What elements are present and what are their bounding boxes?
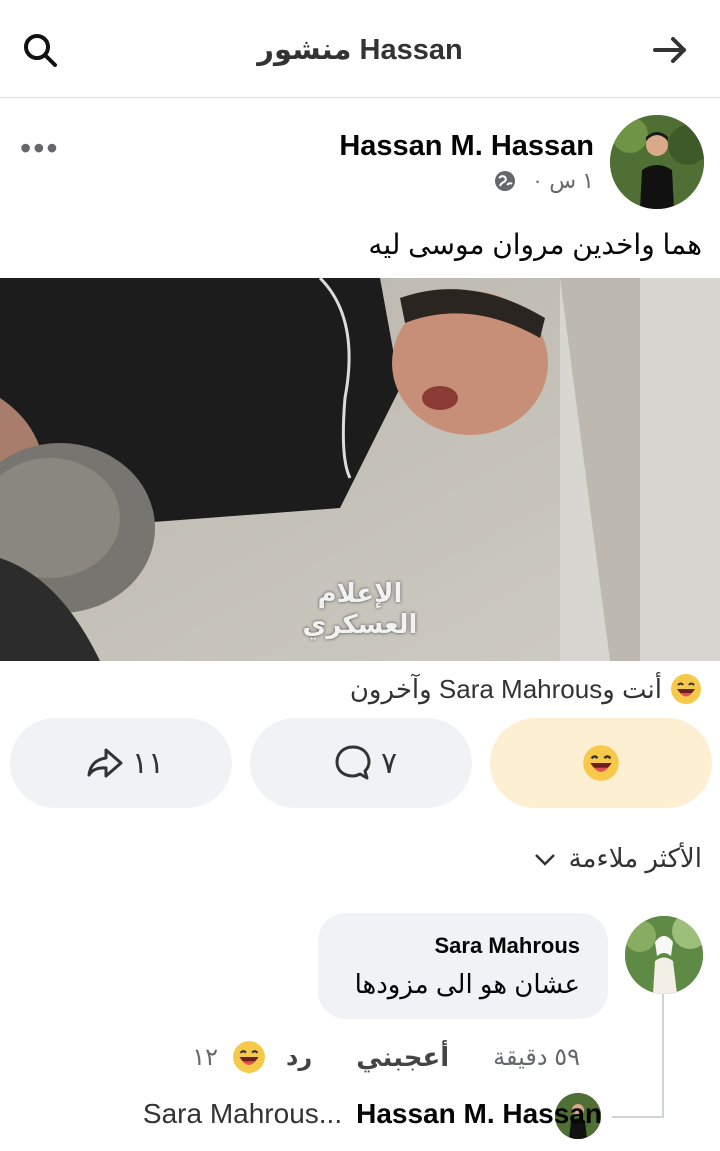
comment-author[interactable]: Sara Mahrous: [435, 933, 581, 959]
laugh-emoji-icon: [233, 1041, 265, 1073]
share-button[interactable]: ١١: [10, 718, 232, 808]
comment-reaction-count[interactable]: ١٢: [192, 1043, 218, 1072]
post-meta: ١ س ·: [494, 168, 594, 194]
react-button[interactable]: [490, 718, 712, 808]
reactions-summary[interactable]: أنت وSara Mahrous وآخرون: [350, 673, 702, 705]
comment-icon: [335, 745, 371, 780]
comment-bubble[interactable]: Sara Mahrous عشان هو الى مزودها: [318, 913, 608, 1019]
image-caption: الإعلام العسكري: [302, 578, 418, 639]
share-count: ١١: [131, 746, 165, 780]
like-button[interactable]: أعجبني: [356, 1042, 449, 1073]
thread-elbow: [612, 1116, 664, 1118]
post-header: ••• Hassan M. Hassan ١ س ·: [0, 110, 720, 215]
page-title: منشور Hassan: [257, 34, 463, 66]
comment-count: ٧: [380, 746, 398, 780]
sort-label: الأكثر ملاءمة: [568, 843, 702, 873]
laugh-emoji-icon: [583, 745, 619, 781]
thread-line: [662, 994, 664, 1118]
comment-sort-dropdown[interactable]: الأكثر ملاءمة: [533, 843, 702, 874]
post-author[interactable]: Hassan M. Hassan: [339, 130, 594, 163]
reply-button[interactable]: رد: [286, 1043, 312, 1072]
search-icon[interactable]: [20, 30, 60, 70]
comment-button[interactable]: ٧: [250, 718, 472, 808]
commenter-avatar[interactable]: [625, 916, 703, 994]
post-image[interactable]: الإعلام العسكري: [0, 278, 720, 661]
author-avatar[interactable]: [610, 115, 704, 209]
reactions-summary-text: أنت وSara Mahrous وآخرون: [349, 673, 662, 704]
reply-preview[interactable]: Sara Mahrous... Hassan M. Hassan: [143, 1098, 602, 1130]
comment-text: عشان هو الى مزودها: [354, 969, 580, 999]
share-icon: [87, 748, 123, 778]
arrow-right-icon[interactable]: [650, 30, 690, 70]
globe-icon: [494, 171, 515, 191]
top-bar: منشور Hassan: [0, 0, 720, 98]
action-bar: ١١ ٧: [0, 718, 720, 810]
comment-time: ٥٩ دقيقة: [493, 1043, 580, 1071]
more-dots-icon[interactable]: •••: [20, 132, 60, 164]
post-text: هما واخدين مروان موسى ليه: [368, 229, 702, 260]
laugh-emoji-icon: [671, 674, 701, 704]
reply-preview-text: Sara Mahrous...: [142, 1098, 343, 1129]
reply-preview-author[interactable]: Hassan M. Hassan: [356, 1098, 602, 1130]
post-time[interactable]: ١ س: [549, 168, 594, 194]
chevron-down-icon: [534, 853, 555, 866]
comment-meta: ٥٩ دقيقة أعجبني رد ١٢: [192, 1040, 580, 1074]
